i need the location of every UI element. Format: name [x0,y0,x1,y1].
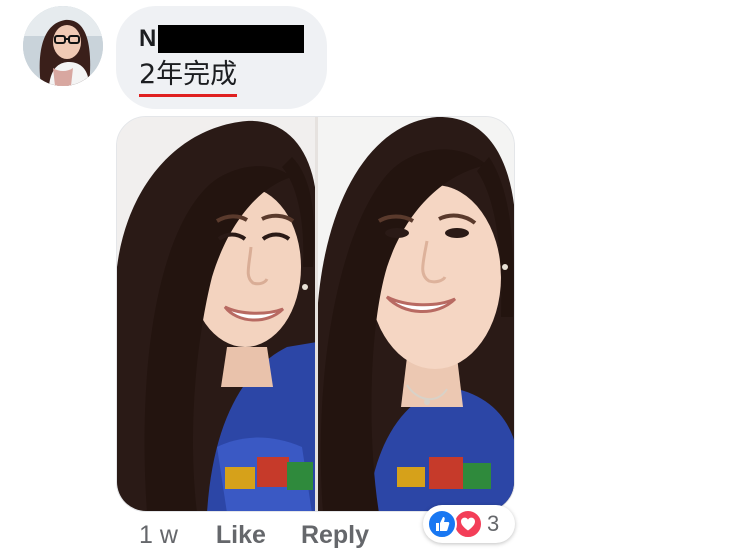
comment-text: 2年完成 [139,58,238,97]
photo-image [117,117,514,511]
comment-thread: N 2年完成 1 w Like Reply 3 [0,0,749,560]
reply-button[interactable]: Reply [301,521,369,550]
reactions-summary[interactable]: 3 [423,505,515,543]
avatar[interactable] [23,6,103,86]
like-button[interactable]: Like [216,521,266,550]
comment-photo[interactable] [116,116,515,512]
author-name[interactable]: N [139,25,305,53]
reaction-count: 3 [487,511,500,536]
love-icon [453,509,483,539]
comment-bubble: N 2年完成 [116,6,327,109]
comment-actions: 1 w Like Reply [139,517,369,553]
name-redaction-bar [158,25,305,53]
like-icon [427,509,457,539]
author-initial[interactable]: N [139,25,156,53]
avatar-photo [23,6,103,86]
timestamp[interactable]: 1 w [139,521,178,550]
